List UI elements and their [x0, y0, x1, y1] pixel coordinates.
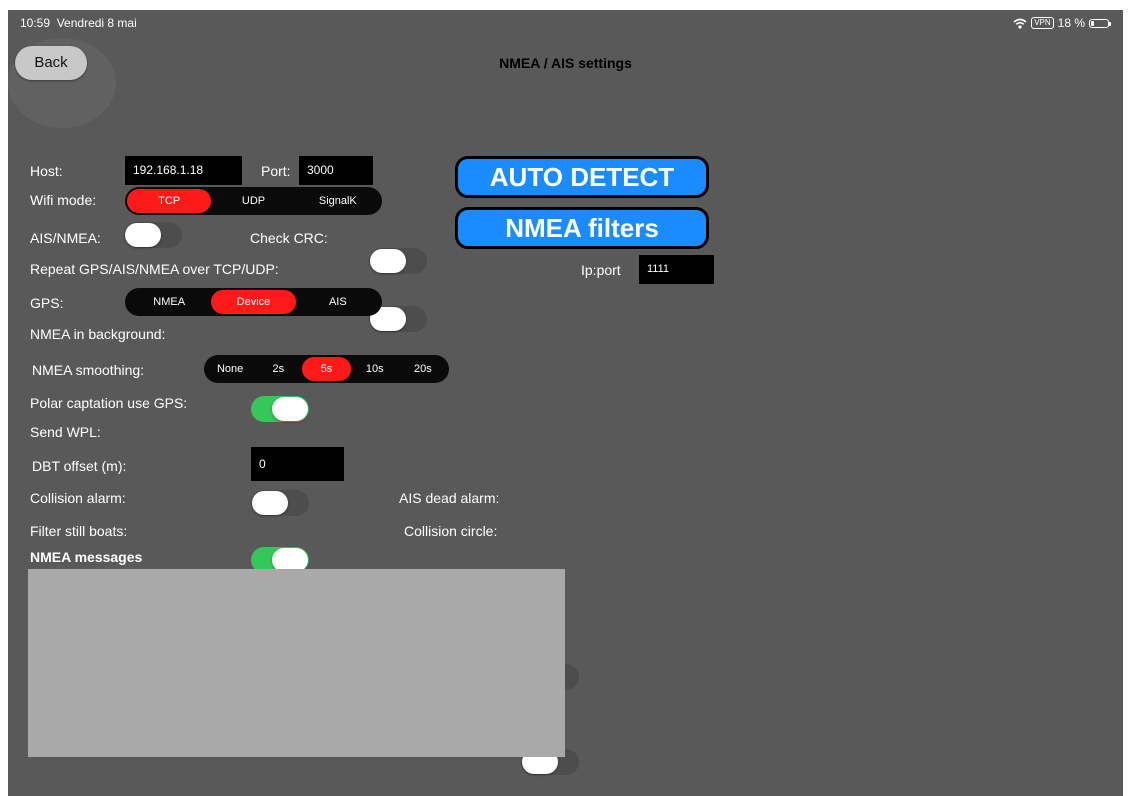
collision-alarm-label: Collision alarm: — [30, 490, 126, 506]
wifi-mode-segmented-control: TCP UDP SignalK — [125, 187, 382, 215]
filter-still-boats-label: Filter still boats: — [30, 523, 128, 539]
repeat-label: Repeat GPS/AIS/NMEA over TCP/UDP: — [30, 261, 279, 277]
ip-port-label: Ip:port — [581, 262, 621, 278]
switch-knob — [125, 223, 161, 247]
auto-detect-button[interactable]: AUTO DETECT — [455, 156, 709, 198]
port-label: Port: — [261, 163, 291, 179]
smoothing-option-20s[interactable]: 20s — [399, 357, 447, 381]
wifi-mode-option-tcp[interactable]: TCP — [127, 189, 212, 213]
status-bar-right: VPN 18 % — [1013, 16, 1111, 30]
smoothing-option-none[interactable]: None — [206, 357, 254, 381]
status-time: 10:59 — [20, 16, 51, 30]
check-crc-label: Check CRC: — [250, 230, 328, 246]
ais-nmea-switch[interactable] — [124, 222, 182, 248]
host-label: Host: — [30, 163, 63, 179]
nmea-messages-log[interactable] — [28, 569, 565, 757]
collision-circle-label: Collision circle: — [404, 523, 498, 539]
smoothing-segmented-control: None 2s 5s 10s 20s — [204, 355, 449, 383]
status-date: Vendredi 8 mai — [56, 16, 137, 30]
port-input[interactable]: 3000 — [299, 156, 373, 185]
polar-captation-switch[interactable] — [251, 490, 309, 516]
status-bar-time-date: 10:59 Vendredi 8 mai — [20, 16, 137, 30]
gps-segmented-control: NMEA Device AIS — [125, 288, 382, 316]
battery-percent: 18 % — [1057, 16, 1085, 30]
wifi-mode-label: Wifi mode: — [30, 192, 97, 208]
ais-dead-alarm-label: AIS dead alarm: — [399, 490, 500, 506]
app-screen: 10:59 Vendredi 8 mai VPN 18 % Back NMEA … — [8, 10, 1123, 796]
gps-label: GPS: — [30, 295, 64, 311]
dbt-offset-label: DBT offset (m): — [32, 458, 127, 474]
nmea-background-switch[interactable] — [251, 396, 309, 422]
battery-icon — [1089, 18, 1111, 28]
smoothing-option-2s[interactable]: 2s — [254, 357, 302, 381]
dbt-offset-input[interactable]: 0 — [251, 447, 344, 481]
smoothing-label: NMEA smoothing: — [32, 362, 145, 378]
ais-nmea-label: AIS/NMEA: — [30, 230, 101, 246]
gps-option-device[interactable]: Device — [211, 290, 296, 314]
switch-knob — [370, 249, 406, 273]
wifi-mode-option-udp[interactable]: UDP — [211, 189, 295, 213]
check-crc-switch[interactable] — [369, 248, 427, 274]
smoothing-option-5s[interactable]: 5s — [302, 357, 351, 381]
wifi-icon — [1013, 18, 1027, 29]
ip-port-input[interactable]: 1111 — [639, 255, 714, 284]
battery-level-fill — [1091, 20, 1095, 26]
host-input[interactable]: 192.168.1.18 — [125, 156, 242, 185]
switch-knob — [252, 491, 288, 515]
nmea-filters-button[interactable]: NMEA filters — [455, 207, 709, 249]
page-title: NMEA / AIS settings — [499, 55, 632, 71]
gps-option-ais[interactable]: AIS — [296, 290, 380, 314]
nmea-background-label: NMEA in background: — [30, 326, 166, 342]
switch-knob — [272, 397, 308, 421]
gps-option-nmea[interactable]: NMEA — [127, 290, 211, 314]
wifi-mode-option-signalk[interactable]: SignalK — [296, 189, 380, 213]
polar-captation-label: Polar captation use GPS: — [30, 395, 188, 411]
nmea-messages-title: NMEA messages — [30, 549, 143, 565]
smoothing-option-10s[interactable]: 10s — [351, 357, 399, 381]
vpn-badge: VPN — [1031, 17, 1054, 29]
send-wpl-label: Send WPL: — [30, 424, 101, 440]
